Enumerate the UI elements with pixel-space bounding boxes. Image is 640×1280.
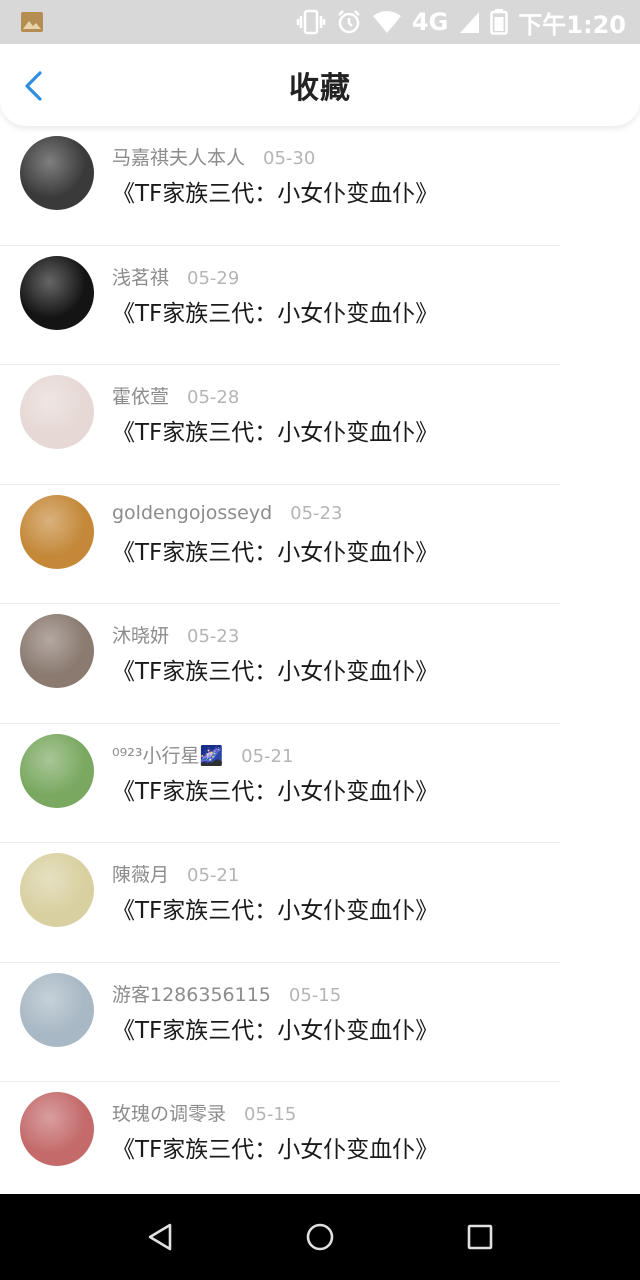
- work-title[interactable]: 《TF家族三代：小女仆变血仆》: [112, 294, 438, 328]
- date-label: 05-23: [187, 626, 240, 647]
- avatar[interactable]: [20, 733, 94, 808]
- avatar[interactable]: [20, 853, 94, 927]
- favorite-list-item[interactable]: goldengojosseyd 05-23 《TF家族三代：小女仆变血仆》: [0, 485, 640, 605]
- page-title: 收藏: [289, 71, 351, 106]
- favorite-list-item[interactable]: 沐晓妍 05-23 《TF家族三代：小女仆变血仆》: [0, 604, 640, 724]
- date-label: 05-15: [288, 984, 342, 1006]
- avatar[interactable]: [20, 136, 94, 210]
- favorite-list-item[interactable]: 玫瑰の调零录 05-15 《TF家族三代：小女仆变血仆》: [0, 1082, 640, 1194]
- navigation-bar: [0, 1194, 640, 1280]
- avatar[interactable]: [20, 1092, 94, 1166]
- item-meta: ⁰⁹²³小行星🌌 05-21: [112, 741, 293, 768]
- work-title[interactable]: 《TF家族三代：小女仆变血仆》: [112, 652, 438, 686]
- username[interactable]: ⁰⁹²³小行星🌌: [112, 741, 223, 768]
- date-label: 05-21: [241, 745, 294, 767]
- nav-back-button[interactable]: [140, 1217, 180, 1257]
- avatar[interactable]: [20, 375, 94, 449]
- work-title[interactable]: 《TF家族三代：小女仆变血仆》: [112, 891, 438, 925]
- username[interactable]: 马嘉祺夫人本人: [112, 143, 245, 170]
- status-icons: 4G 下午1:20: [296, 5, 626, 40]
- username[interactable]: 沐晓妍: [112, 621, 169, 648]
- vibrate-icon: [296, 9, 326, 35]
- date-label: 05-29: [187, 267, 240, 289]
- favorite-list-item[interactable]: ⁰⁹²³小行星🌌 05-21 《TF家族三代：小女仆变血仆》: [0, 724, 640, 844]
- favorite-list-item[interactable]: 游客1286356115 05-15 《TF家族三代：小女仆变血仆》: [0, 963, 640, 1083]
- item-meta: goldengojosseyd 05-23: [112, 502, 342, 524]
- recents-square-icon: [467, 1224, 493, 1250]
- username[interactable]: 玫瑰の调零录: [112, 1099, 226, 1126]
- item-meta: 沐晓妍 05-23: [112, 621, 239, 648]
- back-button[interactable]: [20, 70, 50, 102]
- username[interactable]: 浅茗祺: [112, 263, 169, 290]
- favorite-list-item[interactable]: 陳薇月 05-21 《TF家族三代：小女仆变血仆》: [0, 843, 640, 963]
- clock: 下午1:20: [518, 10, 626, 39]
- favorite-list-item[interactable]: 霍依萱 05-28 《TF家族三代：小女仆变血仆》: [0, 365, 640, 485]
- chevron-left-icon: [25, 71, 42, 101]
- favorites-list: 马嘉祺夫人本人 05-30 《TF家族三代：小女仆变血仆》 浅茗祺 05-29 《TF家族…: [0, 126, 640, 1194]
- date-label: 05-23: [290, 502, 343, 524]
- avatar[interactable]: [20, 972, 94, 1047]
- avatar[interactable]: [20, 614, 94, 688]
- network-label: 4G: [411, 8, 449, 36]
- item-meta: 浅茗祺 05-29: [112, 263, 239, 290]
- image-notification-icon: [21, 12, 43, 32]
- date-label: 05-21: [187, 865, 240, 886]
- nav-home-button[interactable]: [300, 1217, 340, 1257]
- item-meta: 玫瑰の调零录 05-15: [112, 1099, 296, 1126]
- work-title[interactable]: 《TF家族三代：小女仆变血仆》: [112, 413, 438, 447]
- battery-icon: [490, 9, 509, 35]
- item-meta: 陳薇月 05-21: [112, 860, 239, 887]
- date-label: 05-30: [263, 148, 316, 169]
- back-triangle-icon: [148, 1223, 172, 1251]
- home-circle-icon: [306, 1223, 334, 1251]
- date-label: 05-28: [187, 387, 240, 408]
- username[interactable]: 陳薇月: [112, 860, 169, 887]
- item-meta: 霍依萱 05-28: [112, 382, 239, 409]
- username[interactable]: goldengojosseyd: [112, 502, 272, 524]
- work-title[interactable]: 《TF家族三代：小女仆变血仆》: [112, 533, 438, 567]
- wifi-icon: [372, 11, 401, 33]
- page-header: 收藏: [0, 44, 640, 126]
- username[interactable]: 游客1286356115: [112, 980, 271, 1007]
- signal-icon: [460, 12, 480, 33]
- favorite-list-item[interactable]: 马嘉祺夫人本人 05-30 《TF家族三代：小女仆变血仆》: [0, 126, 640, 246]
- work-title[interactable]: 《TF家族三代：小女仆变血仆》: [112, 174, 438, 208]
- alarm-icon: [338, 10, 360, 34]
- work-title[interactable]: 《TF家族三代：小女仆变血仆》: [112, 1011, 438, 1045]
- favorite-list-item[interactable]: 浅茗祺 05-29 《TF家族三代：小女仆变血仆》: [0, 246, 640, 366]
- status-bar: 4G 下午1:20: [0, 0, 640, 44]
- avatar[interactable]: [20, 494, 94, 569]
- item-meta: 马嘉祺夫人本人 05-30: [112, 143, 315, 170]
- username[interactable]: 霍依萱: [112, 382, 169, 409]
- avatar[interactable]: [20, 255, 94, 330]
- item-meta: 游客1286356115 05-15: [112, 980, 341, 1007]
- date-label: 05-15: [244, 1104, 297, 1125]
- work-title[interactable]: 《TF家族三代：小女仆变血仆》: [112, 1130, 438, 1164]
- work-title[interactable]: 《TF家族三代：小女仆变血仆》: [112, 772, 438, 806]
- nav-recents-button[interactable]: [460, 1217, 500, 1257]
